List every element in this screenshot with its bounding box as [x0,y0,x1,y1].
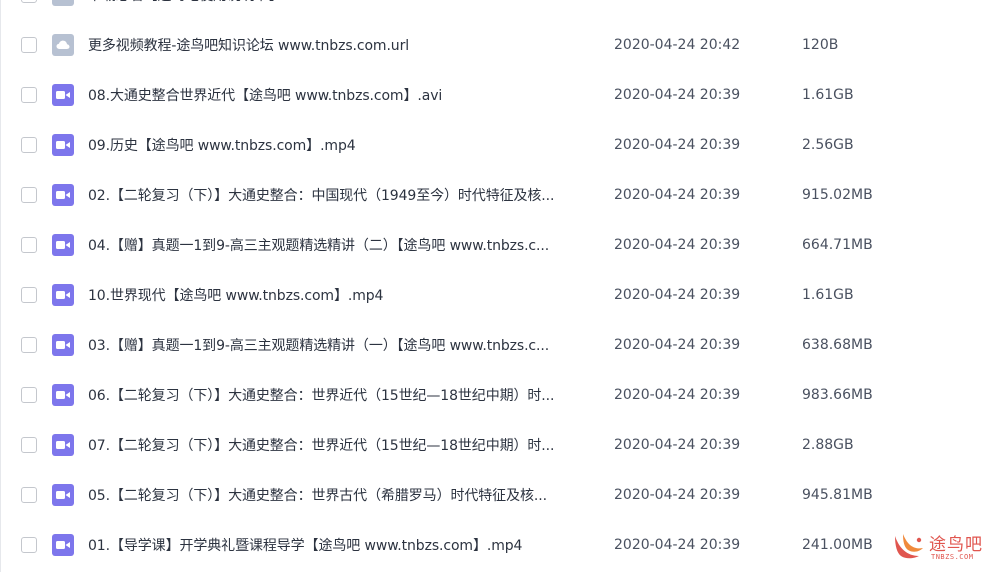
file-row[interactable]: 04.【赠】真题一1到9-高三主观题精选精讲（二）【途鸟吧 www.tnbzs.… [1,220,993,270]
video-file-icon [52,234,74,256]
file-size: 2.88GB [802,437,854,453]
url-file-icon [52,34,74,56]
file-row[interactable]: 03.【赠】真题一1到9-高三主观题精选精讲（一）【途鸟吧 www.tnbzs.… [1,320,993,370]
file-date: 2020-04-24 20:39 [614,287,741,303]
watermark-subtext: TNBZS.COM [931,553,974,561]
file-name[interactable]: 05.【二轮复习（下）】大通史整合：世界古代（希腊罗马）时代特征及核... [88,485,598,505]
file-row[interactable]: 08.大通史整合世界近代【途鸟吧 www.tnbzs.com】.avi 2020-… [1,70,993,120]
row-checkbox[interactable] [21,287,37,303]
file-size: 120B [802,37,839,53]
file-row[interactable]: 06.【二轮复习（下）】大通史整合：世界近代（15世纪—18世纪中期）时... 2… [1,370,993,420]
file-name[interactable]: 08.大通史整合世界近代【途鸟吧 www.tnbzs.com】.avi [88,85,598,105]
row-checkbox[interactable] [21,537,37,553]
file-date: 2020-04-24 20:39 [614,537,741,553]
row-checkbox[interactable] [21,87,37,103]
row-checkbox[interactable] [21,37,37,53]
row-checkbox[interactable] [21,437,37,453]
file-size: 915.02MB [802,187,873,203]
file-size: 2.56GB [802,137,854,153]
row-checkbox[interactable] [21,387,37,403]
row-checkbox[interactable] [21,487,37,503]
site-watermark: 途鸟吧 TNBZS.COM [889,526,989,570]
video-file-icon [52,84,74,106]
row-checkbox[interactable] [21,0,37,3]
watermark-text: 途鸟吧 [929,535,983,555]
file-date: 2020-04-24 20:39 [614,437,741,453]
file-size: 945.81MB [802,487,873,503]
file-date: 2020-04-24 20:39 [614,187,741,203]
file-name[interactable]: 01.【导学课】开学典礼暨课程导学【途鸟吧 www.tnbzs.com】.mp4 [88,535,598,555]
file-name[interactable]: 下载必看【途鸟吧使用说明书】.txt [88,0,598,5]
row-checkbox[interactable] [21,337,37,353]
row-checkbox[interactable] [21,137,37,153]
video-file-icon [52,184,74,206]
file-date: 2020-04-24 20:42 [614,0,740,3]
file-name[interactable]: 02.【二轮复习（下）】大通史整合：中国现代（1949至今）时代特征及核... [88,185,598,205]
bird-logo-icon [895,534,923,559]
file-list: 下载必看【途鸟吧使用说明书】.txt2020-04-24 20:42120B更多… [0,0,993,572]
file-name[interactable]: 07.【二轮复习（下）】大通史整合：世界近代（15世纪—18世纪中期）时... [88,435,598,455]
file-row[interactable]: 下载必看【途鸟吧使用说明书】.txt 2020-04-24 20:42 120B [1,0,993,20]
video-file-icon [52,384,74,406]
video-file-icon [52,284,74,306]
file-size: 638.68MB [802,337,873,353]
file-row[interactable]: 更多视频教程-途鸟吧知识论坛 www.tnbzs.com.url 2020-04-… [1,20,993,70]
file-date: 2020-04-24 20:39 [614,387,741,403]
file-name[interactable]: 04.【赠】真题一1到9-高三主观题精选精讲（二）【途鸟吧 www.tnbzs.… [88,235,598,255]
file-name[interactable]: 03.【赠】真题一1到9-高三主观题精选精讲（一）【途鸟吧 www.tnbzs.… [88,335,598,355]
file-row[interactable]: 05.【二轮复习（下）】大通史整合：世界古代（希腊罗马）时代特征及核... 202… [1,470,993,520]
file-size: 120B [802,0,838,3]
file-row[interactable]: 02.【二轮复习（下）】大通史整合：中国现代（1949至今）时代特征及核... 2… [1,170,993,220]
file-row[interactable]: 09.历史【途鸟吧 www.tnbzs.com】.mp4 2020-04-24 2… [1,120,993,170]
file-name[interactable]: 06.【二轮复习（下）】大通史整合：世界近代（15世纪—18世纪中期）时... [88,385,598,405]
file-size: 241.00MB [802,537,873,553]
file-row[interactable]: 07.【二轮复习（下）】大通史整合：世界近代（15世纪—18世纪中期）时... 2… [1,420,993,470]
file-size: 1.61GB [802,87,854,103]
file-name[interactable]: 09.历史【途鸟吧 www.tnbzs.com】.mp4 [88,135,598,155]
file-size: 1.61GB [802,287,854,303]
file-size: 664.71MB [802,237,873,253]
file-name[interactable]: 更多视频教程-途鸟吧知识论坛 www.tnbzs.com.url [88,35,598,55]
video-file-icon [52,484,74,506]
file-date: 2020-04-24 20:39 [614,487,741,503]
file-date: 2020-04-24 20:39 [614,337,741,353]
file-date: 2020-04-24 20:39 [614,137,741,153]
file-date: 2020-04-24 20:42 [614,37,741,53]
video-file-icon [52,134,74,156]
file-date: 2020-04-24 20:39 [614,237,741,253]
file-row[interactable]: 01.【导学课】开学典礼暨课程导学【途鸟吧 www.tnbzs.com】.mp4… [1,520,993,570]
row-checkbox[interactable] [21,187,37,203]
file-date: 2020-04-24 20:39 [614,87,741,103]
video-file-icon [52,534,74,556]
video-file-icon [52,434,74,456]
file-name[interactable]: 10.世界现代【途鸟吧 www.tnbzs.com】.mp4 [88,285,598,305]
url-file-icon [52,0,74,6]
video-file-icon [52,334,74,356]
file-row[interactable]: 10.世界现代【途鸟吧 www.tnbzs.com】.mp4 2020-04-24… [1,270,993,320]
row-checkbox[interactable] [21,237,37,253]
file-size: 983.66MB [802,387,873,403]
